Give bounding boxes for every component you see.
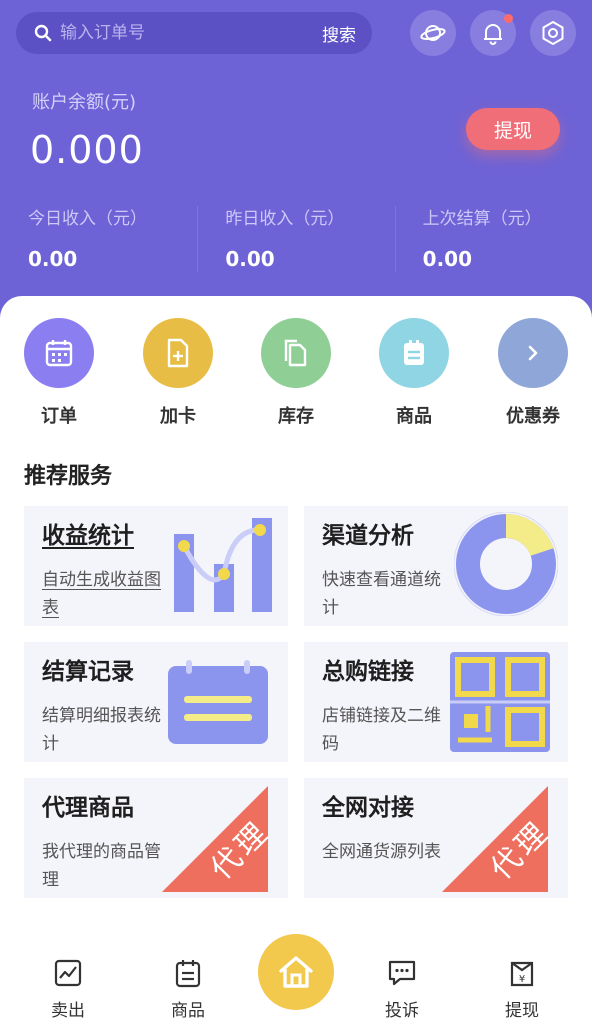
quick-label: 商品 (396, 406, 432, 427)
search-input[interactable] (60, 23, 322, 43)
withdraw-button[interactable]: 提现 (466, 108, 560, 150)
bell-icon[interactable] (470, 10, 516, 56)
bottom-nav: 卖出 商品 投诉 ¥ 提现 (0, 930, 592, 1024)
calendar-icon (24, 318, 94, 388)
stat-value: 0.00 (28, 247, 78, 271)
clipboard-icon (148, 956, 228, 990)
nav-sell[interactable]: 卖出 (28, 956, 108, 1021)
home-button[interactable] (258, 934, 334, 1010)
tile-desc: 我代理的商品管理 (42, 842, 161, 890)
tile-title: 代理商品 (42, 795, 134, 821)
tile-channel-analysis[interactable]: 渠道分析 快速查看通道统计 (304, 506, 568, 626)
tile-title: 总购链接 (322, 659, 414, 685)
list-icon (379, 318, 449, 388)
quick-label: 订单 (41, 406, 77, 427)
balance-label: 账户余额(元) (32, 92, 137, 113)
nav-label: 投诉 (385, 1001, 419, 1021)
calendar-art (168, 660, 268, 744)
nav-label: 商品 (171, 1001, 205, 1021)
tile-desc: 店铺链接及二维码 (322, 706, 441, 754)
donut-chart-art (454, 512, 558, 616)
wallet-icon: ¥ (482, 956, 562, 990)
tile-settlement-records[interactable]: 结算记录 结算明细报表统计 (24, 642, 288, 762)
nav-label: 提现 (505, 1001, 539, 1021)
search-button[interactable]: 搜索 (322, 21, 356, 46)
tile-title: 结算记录 (42, 659, 134, 685)
header: 搜索 账户余额(元) 0.000 提现 今日收入（元） 0.00 昨日收入（元）… (0, 0, 592, 330)
quick-orders[interactable]: 订单 (9, 318, 109, 428)
settings-icon[interactable] (530, 10, 576, 56)
tile-agent-products[interactable]: 代理商品 我代理的商品管理 代理 (24, 778, 288, 898)
search-bar: 搜索 (16, 12, 372, 54)
stat-label: 昨日收入（元） (225, 209, 345, 229)
tile-revenue-stats[interactable]: 收益统计 自动生成收益图表 (24, 506, 288, 626)
quick-label: 库存 (278, 406, 314, 427)
tile-purchase-links[interactable]: 总购链接 店铺链接及二维码 (304, 642, 568, 762)
quick-coupons[interactable]: 优惠券 (483, 318, 583, 428)
quick-label: 优惠券 (506, 406, 560, 427)
planet-icon[interactable] (410, 10, 456, 56)
copy-icon (261, 318, 331, 388)
main-card: 订单 加卡 库存 商品 优惠券 推荐服务 收益统计 自动生成收益图表 渠道分析 … (0, 296, 592, 1024)
income-stats: 今日收入（元） 0.00 昨日收入（元） 0.00 上次结算（元） 0.00 (0, 200, 592, 276)
nav-complaints[interactable]: 投诉 (362, 956, 442, 1021)
quick-actions: 订单 加卡 库存 商品 优惠券 (0, 318, 592, 428)
stat-value: 0.00 (422, 247, 473, 271)
tile-title: 全网对接 (322, 795, 414, 821)
message-icon (362, 956, 442, 990)
balance-value: 0.000 (30, 128, 144, 172)
stat-label: 上次结算（元） (422, 209, 542, 229)
tile-desc: 全网通货源列表 (322, 842, 441, 862)
quick-add-card[interactable]: 加卡 (128, 318, 228, 428)
home-icon (279, 956, 313, 988)
tile-desc: 结算明细报表统计 (42, 706, 161, 754)
quick-products[interactable]: 商品 (364, 318, 464, 428)
nav-withdraw[interactable]: ¥ 提现 (482, 956, 562, 1021)
bar-chart-art (174, 518, 272, 612)
chart-icon (28, 956, 108, 990)
search-icon (32, 22, 54, 44)
qr-code-art (450, 652, 550, 752)
stat-value: 0.00 (225, 247, 275, 271)
svg-text:¥: ¥ (519, 974, 525, 985)
tile-desc: 自动生成收益图表 (42, 570, 161, 618)
notification-dot (504, 14, 513, 23)
tile-title: 渠道分析 (322, 523, 414, 549)
nav-products[interactable]: 商品 (148, 956, 228, 1021)
stat-today: 今日收入（元） 0.00 (0, 200, 197, 276)
quick-inventory[interactable]: 库存 (246, 318, 346, 428)
nav-label: 卖出 (51, 1001, 85, 1021)
tile-desc: 快速查看通道统计 (322, 570, 441, 618)
section-title: 推荐服务 (24, 464, 113, 489)
stat-yesterday: 昨日收入（元） 0.00 (197, 200, 394, 276)
stat-last-settlement: 上次结算（元） 0.00 (394, 200, 592, 276)
chevron-right-icon (498, 318, 568, 388)
stat-label: 今日收入（元） (28, 209, 147, 229)
add-file-icon (143, 318, 213, 388)
quick-label: 加卡 (160, 406, 196, 427)
tile-network-integration[interactable]: 全网对接 全网通货源列表 代理 (304, 778, 568, 898)
tile-title: 收益统计 (42, 523, 134, 549)
